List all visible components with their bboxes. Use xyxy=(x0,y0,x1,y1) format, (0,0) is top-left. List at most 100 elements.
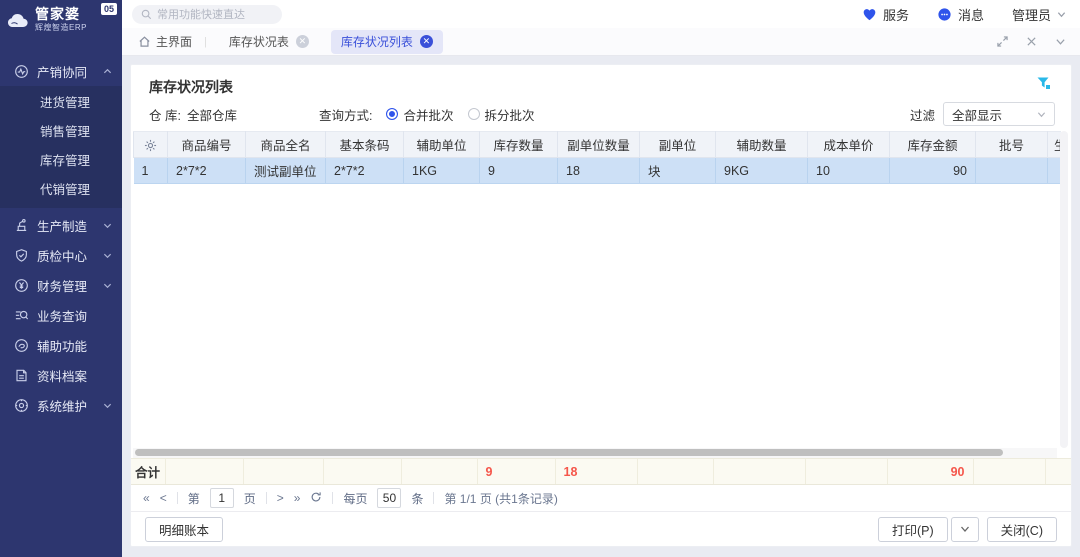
brand-subtitle: 辉煌智造ERP xyxy=(35,24,87,32)
finance-icon xyxy=(13,277,29,293)
column-header[interactable]: 辅助单位 xyxy=(404,132,480,158)
close-button[interactable]: 关闭(C) xyxy=(987,517,1057,542)
column-header[interactable]: 商品编号 xyxy=(168,132,246,158)
sidebar-item-finance[interactable]: 财务管理 xyxy=(0,270,122,300)
search-placeholder: 常用功能快速直达 xyxy=(157,6,245,22)
column-header[interactable]: 商品全名 xyxy=(246,132,326,158)
table-header-row: 商品编号商品全名基本条码辅助单位库存数量副单位数量副单位辅助数量成本单价库存金额… xyxy=(134,132,1062,158)
sidebar-item-pulse[interactable]: 产销协同 xyxy=(0,56,122,86)
tab-bar: 主界面 | 库存状况表 ✕ 库存状况列表 ✕ xyxy=(122,28,1080,56)
column-header[interactable]: 库存金额 xyxy=(890,132,976,158)
pagination-summary: 第 1/1 页 (共1条记录) xyxy=(444,490,557,507)
collapse-chevron-icon[interactable] xyxy=(1055,36,1066,47)
print-options-button[interactable] xyxy=(951,517,979,542)
messages-menu[interactable]: 消息 xyxy=(937,5,984,24)
divider xyxy=(433,492,434,504)
sidebar-item-archive[interactable]: 资料档案 xyxy=(0,360,122,390)
gear-icon xyxy=(144,139,157,152)
sidebar-item-query[interactable]: 业务查询 xyxy=(0,300,122,330)
sidebar-item-factory[interactable]: 生产制造 xyxy=(0,210,122,240)
chevron-down-icon xyxy=(960,524,970,534)
page-title: 库存状况列表 xyxy=(149,79,233,95)
radio-split-batch[interactable]: 拆分批次 xyxy=(468,105,535,124)
quick-search-input[interactable]: 常用功能快速直达 xyxy=(132,5,282,24)
detail-ledger-button[interactable]: 明细账本 xyxy=(145,517,223,542)
page-number-input[interactable]: 1 xyxy=(210,488,234,508)
refresh-icon[interactable] xyxy=(310,491,322,506)
sidebar-subitem[interactable]: 进货管理 xyxy=(0,89,122,118)
sidebar-item-shield[interactable]: 质检中心 xyxy=(0,240,122,270)
sidebar-item-maintenance[interactable]: 系统维护 xyxy=(0,390,122,420)
message-bubble-icon xyxy=(937,7,952,22)
print-button[interactable]: 打印(P) xyxy=(878,517,948,542)
service-heart-icon xyxy=(862,7,877,22)
close-tab-icon[interactable]: ✕ xyxy=(420,35,433,48)
filter-funnel-icon[interactable] xyxy=(1036,76,1051,94)
warehouse-filter: 仓 库: 全部仓库 xyxy=(149,105,319,124)
prev-page-button[interactable]: < xyxy=(160,491,167,505)
expand-icon[interactable] xyxy=(997,36,1008,47)
tab-home[interactable]: 主界面 xyxy=(138,33,192,50)
scrollbar-thumb[interactable] xyxy=(135,449,1003,456)
totals-cells: 合计91890 xyxy=(131,459,1071,484)
top-bar: 常用功能快速直达 服务 消息 管理员 xyxy=(122,0,1080,28)
filter-row: 仓 库: 全部仓库 查询方式: 合并批次 拆分批次 过滤 全部显示 xyxy=(131,97,1071,131)
sidebar-item-assist[interactable]: 辅助功能 xyxy=(0,330,122,360)
table-cell: 10 xyxy=(808,158,890,184)
inventory-table: 商品编号商品全名基本条码辅助单位库存数量副单位数量副单位辅助数量成本单价库存金额… xyxy=(133,131,1061,184)
column-header[interactable]: 批号 xyxy=(976,132,1048,158)
pulse-icon xyxy=(13,63,29,79)
close-icon[interactable] xyxy=(1026,36,1037,47)
totals-cell xyxy=(401,459,477,484)
table-row[interactable]: 12*7*2测试副单位2*7*21KG918块9KG1090 xyxy=(134,158,1062,184)
per-page-input[interactable]: 50 xyxy=(377,488,401,508)
totals-label: 合计 xyxy=(131,459,165,484)
table-cell: 2*7*2 xyxy=(168,158,246,184)
chevron-down-icon xyxy=(103,401,112,410)
divider xyxy=(332,492,333,504)
column-header[interactable]: 库存数量 xyxy=(480,132,558,158)
sidebar-subitem[interactable]: 库存管理 xyxy=(0,147,122,176)
next-page-button[interactable]: > xyxy=(277,491,284,505)
table-cell xyxy=(976,158,1048,184)
first-page-button[interactable]: « xyxy=(143,491,150,505)
service-menu[interactable]: 服务 xyxy=(862,5,909,24)
query-mode-label: 查询方式: xyxy=(319,105,372,124)
radio-merge-batch[interactable]: 合并批次 xyxy=(386,105,453,124)
filter-select[interactable]: 全部显示 xyxy=(943,102,1055,126)
column-header[interactable]: 生 xyxy=(1048,132,1062,158)
sidebar-subitem[interactable]: 销售管理 xyxy=(0,118,122,147)
horizontal-scrollbar[interactable] xyxy=(133,448,1057,458)
column-header[interactable]: 副单位 xyxy=(640,132,716,158)
chevron-down-icon xyxy=(1037,110,1046,119)
totals-cell xyxy=(805,459,887,484)
user-menu[interactable]: 管理员 xyxy=(1012,5,1066,24)
totals-cell xyxy=(973,459,1045,484)
divider xyxy=(177,492,178,504)
table-cell: 1KG xyxy=(404,158,480,184)
chevron-down-icon xyxy=(1057,7,1066,22)
main-area: 常用功能快速直达 服务 消息 管理员 主界面 | 库存 xyxy=(122,0,1080,557)
sidebar-subitem[interactable]: 代销管理 xyxy=(0,176,122,205)
column-header[interactable]: 副单位数量 xyxy=(558,132,640,158)
close-tab-icon[interactable]: ✕ xyxy=(296,35,309,48)
last-page-button[interactable]: » xyxy=(294,491,301,505)
column-header[interactable]: 基本条码 xyxy=(326,132,404,158)
search-icon xyxy=(141,9,152,20)
column-settings-button[interactable] xyxy=(134,132,168,158)
tab-inventory-report[interactable]: 库存状况表 ✕ xyxy=(219,30,319,54)
sidebar-nav: 产销协同进货管理销售管理库存管理代销管理 生产制造 质检中心 财务管理 业务查询… xyxy=(0,56,122,420)
column-header[interactable]: 成本单价 xyxy=(808,132,890,158)
table-cell: 18 xyxy=(558,158,640,184)
sidebar: 管家婆 辉煌智造ERP 05 产销协同进货管理销售管理库存管理代销管理 生产制造… xyxy=(0,0,122,557)
chevron-down-icon xyxy=(103,221,112,230)
table-cell: 2*7*2 xyxy=(326,158,404,184)
radio-icon xyxy=(468,108,480,120)
divider xyxy=(266,492,267,504)
totals-cell: 9 xyxy=(477,459,555,484)
factory-icon xyxy=(13,217,29,233)
column-header[interactable]: 辅助数量 xyxy=(716,132,808,158)
tab-inventory-list[interactable]: 库存状况列表 ✕ xyxy=(331,30,443,54)
warehouse-value[interactable]: 全部仓库 xyxy=(187,105,237,124)
vertical-scrollbar[interactable] xyxy=(1060,131,1068,448)
